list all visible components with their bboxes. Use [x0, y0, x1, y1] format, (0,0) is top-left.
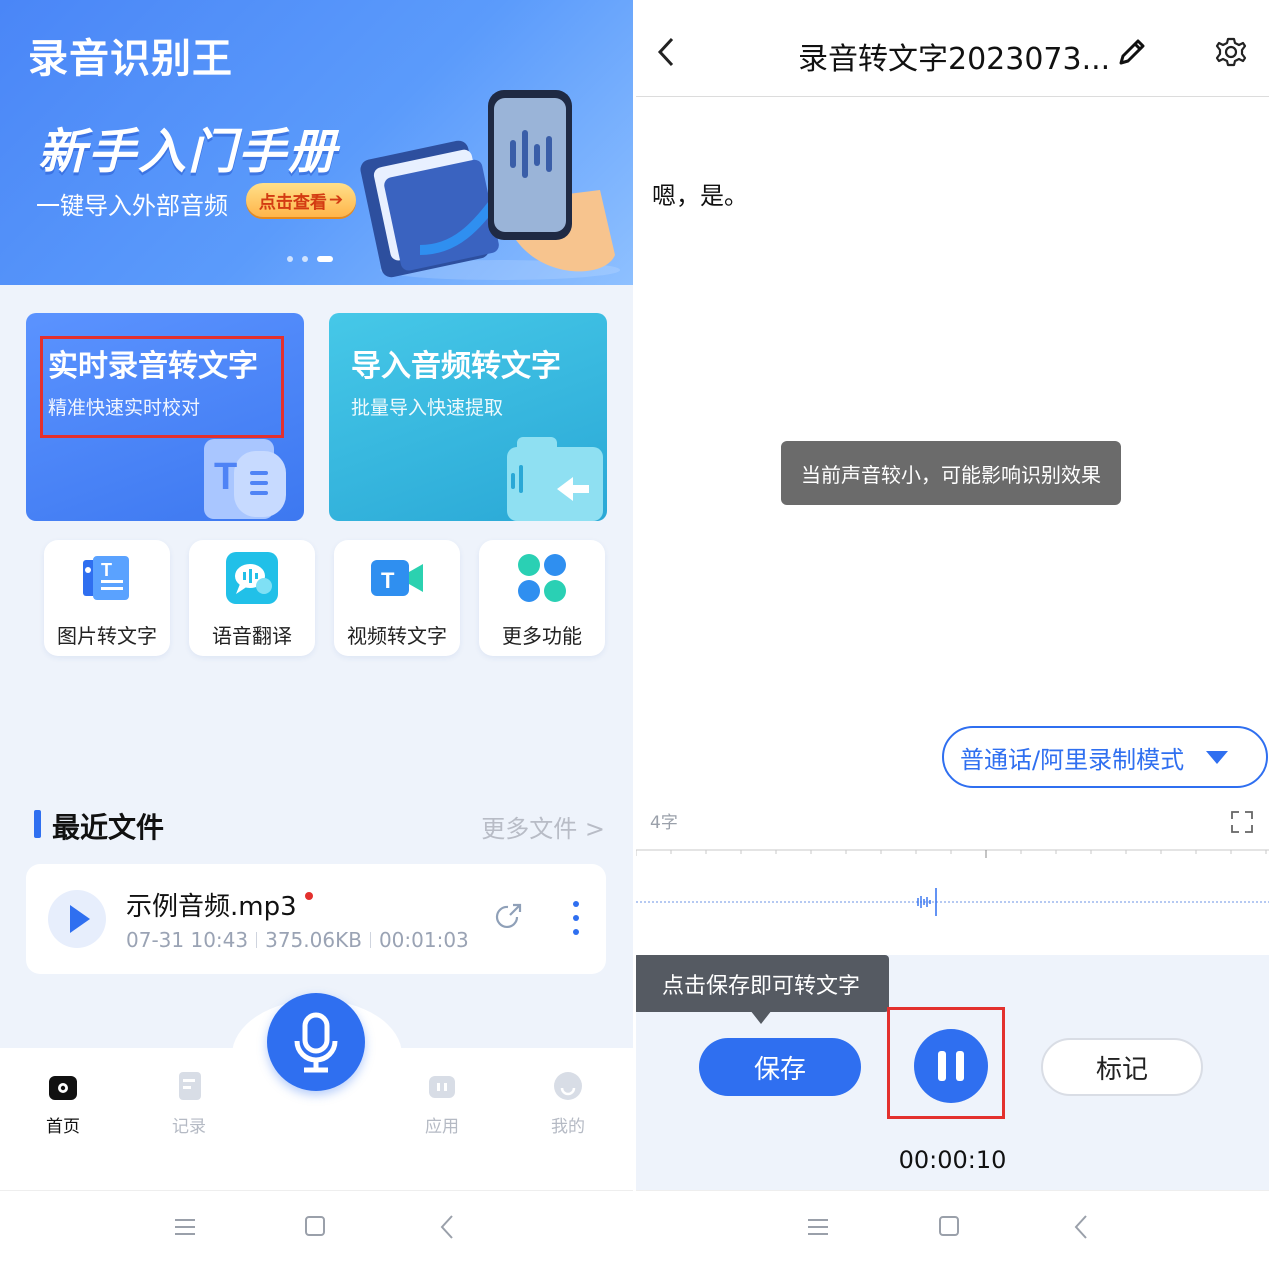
- pagination-dot-active: [317, 256, 333, 262]
- file-size: 375.06KB: [265, 928, 362, 952]
- nav-label: 记录: [172, 1117, 206, 1137]
- recent-files-title: 最近文件: [52, 811, 165, 844]
- records-icon: [179, 1072, 201, 1100]
- home-screen: 录音识别王 新手入门手册 一键导入外部音频 点击查看 ➔ 实时录音转文字 精准快…: [0, 0, 633, 1265]
- document-title[interactable]: 录音转文字2023073...: [798, 34, 1110, 78]
- transcript-text[interactable]: 嗯，是。: [652, 176, 748, 211]
- feature-more[interactable]: 更多功能: [479, 540, 605, 656]
- feature-label: 图片转文字: [57, 624, 157, 648]
- nav-item-home[interactable]: 首页: [33, 1070, 93, 1137]
- nav-item-records[interactable]: 记录: [159, 1070, 219, 1137]
- mode-label: 普通话/阿里录制模式: [960, 745, 1185, 774]
- voice-translate-icon: [226, 552, 278, 604]
- feature-label: 更多功能: [502, 624, 582, 648]
- file-date: 07-31 10:43: [126, 928, 249, 952]
- meta-divider: [369, 932, 371, 948]
- menu-icon[interactable]: [808, 1218, 828, 1236]
- banner-pagination: [287, 256, 333, 262]
- word-count: 4字: [650, 813, 678, 833]
- import-folder-icon: [507, 437, 603, 521]
- highlight-box: [40, 336, 284, 438]
- waveform: [636, 849, 1269, 916]
- card-title: 导入音频转文字: [351, 349, 561, 384]
- video-to-text-icon: T: [371, 560, 423, 596]
- file-duration: 00:01:03: [378, 928, 469, 952]
- card-subtitle: 批量导入快速提取: [351, 397, 504, 419]
- home-button-icon[interactable]: [939, 1216, 959, 1236]
- banner-headline: 新手入门手册: [38, 124, 339, 180]
- highlight-box: [887, 1007, 1005, 1119]
- nav-item-apps[interactable]: 应用: [412, 1070, 472, 1137]
- back-icon[interactable]: [1074, 1214, 1088, 1240]
- file-meta: 07-31 10:43 375.06KB 00:01:03: [126, 928, 469, 952]
- home-icon: [49, 1076, 77, 1100]
- play-button[interactable]: [48, 890, 106, 948]
- expand-icon[interactable]: [1230, 810, 1254, 834]
- file-name: 示例音频.mp3: [126, 892, 297, 922]
- new-indicator-dot: [304, 892, 313, 900]
- caret-down-icon: [1206, 751, 1228, 764]
- top-bar: 录音转文字2023073...: [636, 0, 1269, 97]
- play-icon: [70, 905, 90, 933]
- arrow-right-icon: ➔: [328, 190, 344, 210]
- edit-pencil-icon[interactable]: [1116, 36, 1148, 68]
- section-accent-bar: [34, 810, 41, 838]
- meta-divider: [256, 932, 258, 948]
- microphone-icon: [294, 1012, 338, 1073]
- app-title: 录音识别王: [28, 36, 233, 82]
- pagination-dot: [287, 256, 293, 262]
- more-options-icon[interactable]: [572, 900, 580, 936]
- recording-screen: 录音转文字2023073... 嗯，是。 当前声音较小，可能影响识别效果 普通话…: [636, 0, 1269, 1265]
- import-audio-card[interactable]: 导入音频转文字 批量导入快速提取: [329, 313, 607, 521]
- feature-label: 视频转文字: [347, 624, 447, 648]
- more-features-icon: [518, 554, 566, 602]
- image-to-text-icon: T: [83, 556, 129, 600]
- screenshot-root: 录音识别王 新手入门手册 一键导入外部音频 点击查看 ➔ 实时录音转文字 精准快…: [0, 0, 1269, 1265]
- profile-icon: [554, 1072, 582, 1100]
- record-mic-button[interactable]: [267, 993, 365, 1091]
- banner-subtitle: 一键导入外部音频: [36, 192, 228, 220]
- apps-icon: [429, 1076, 455, 1098]
- menu-icon[interactable]: [175, 1218, 195, 1236]
- feature-image-to-text[interactable]: T 图片转文字: [44, 540, 170, 656]
- mark-button[interactable]: 标记: [1041, 1038, 1203, 1096]
- save-button[interactable]: 保存: [699, 1038, 861, 1096]
- svg-text:T: T: [381, 568, 395, 593]
- feature-voice-translate[interactable]: 语音翻译: [189, 540, 315, 656]
- recording-timer: 00:00:10: [898, 1146, 1007, 1174]
- list-item[interactable]: 示例音频.mp3 07-31 10:43 375.06KB 00:01:03: [26, 864, 606, 974]
- save-hint-tooltip: 点击保存即可转文字: [636, 955, 889, 1012]
- promo-banner[interactable]: 录音识别王 新手入门手册 一键导入外部音频 点击查看 ➔: [0, 0, 633, 285]
- nav-label: 应用: [425, 1117, 459, 1137]
- svg-text:T: T: [101, 560, 112, 580]
- banner-cta-label: 点击查看: [258, 192, 327, 213]
- recognition-mode-dropdown[interactable]: 普通话/阿里录制模式: [942, 726, 1268, 788]
- phone-folder-illustration: [360, 90, 620, 280]
- feature-label: 语音翻译: [212, 624, 292, 648]
- feature-video-to-text[interactable]: T 视频转文字: [334, 540, 460, 656]
- home-button-icon[interactable]: [305, 1216, 325, 1236]
- settings-gear-icon[interactable]: [1214, 36, 1248, 70]
- back-icon[interactable]: [440, 1214, 454, 1240]
- banner-cta-button[interactable]: 点击查看 ➔: [246, 183, 356, 217]
- nav-label: 首页: [46, 1117, 80, 1137]
- file-name-row: 示例音频.mp3: [126, 886, 313, 923]
- low-volume-toast: 当前声音较小，可能影响识别效果: [781, 441, 1121, 505]
- more-files-link[interactable]: 更多文件 >: [481, 809, 605, 844]
- svg-text:T: T: [214, 456, 237, 498]
- tooltip-tail: [750, 1010, 772, 1024]
- nav-label: 我的: [551, 1117, 585, 1137]
- back-chevron-icon[interactable]: [656, 36, 676, 68]
- nav-item-profile[interactable]: 我的: [538, 1070, 598, 1137]
- pagination-dot: [302, 256, 308, 262]
- share-icon[interactable]: [493, 902, 523, 932]
